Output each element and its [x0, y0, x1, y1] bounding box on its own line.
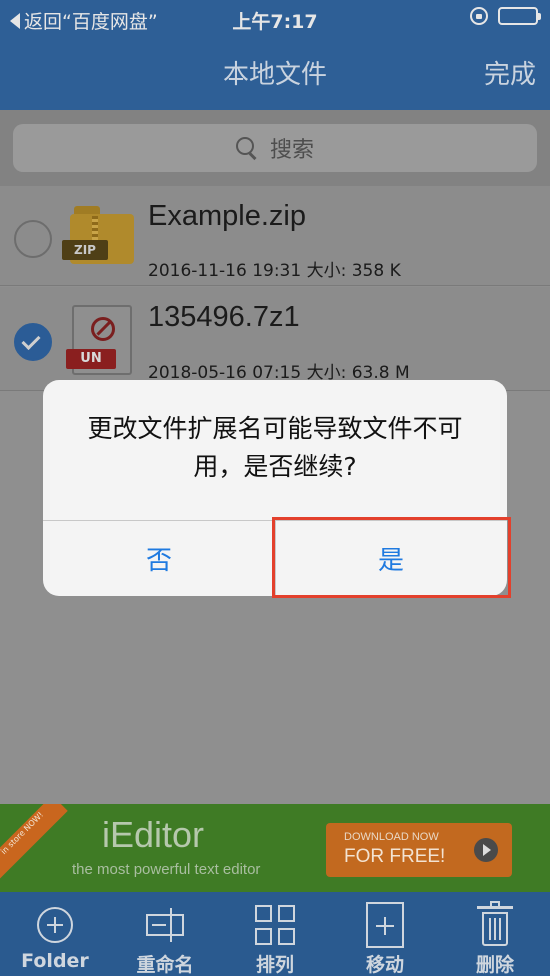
ad-title: iEditor [102, 814, 205, 855]
sort-button[interactable]: 排列 [220, 892, 330, 976]
file-row[interactable]: UN 135496.7z1 2018-05-16 07:15 大小: 63.8 … [0, 287, 550, 391]
search-placeholder: 搜索 [269, 138, 314, 163]
file-type-badge: ZIP [62, 240, 108, 260]
zip-folder-icon: ZIP [62, 206, 134, 264]
status-time: 上午7:17 [232, 11, 318, 33]
unknown-file-icon: UN [66, 305, 132, 375]
rename-button[interactable]: 重命名 [110, 892, 220, 976]
status-icons [470, 7, 541, 25]
tool-label: Folder [21, 950, 89, 972]
ad-cta-small: DOWNLOAD NOW [344, 831, 439, 843]
page-title: 本地文件 [222, 60, 327, 90]
delete-button[interactable]: 删除 [440, 892, 550, 976]
nav-bar: 本地文件 完成 [0, 36, 550, 110]
file-row[interactable]: ZIP Example.zip 2016-11-16 19:31 大小: 358… [0, 186, 550, 286]
add-circle-icon [37, 907, 73, 943]
arrow-right-icon [474, 838, 498, 862]
search-icon [235, 137, 258, 159]
ad-banner[interactable]: in store NOW! iEditor the most powerful … [0, 804, 550, 892]
prohibited-icon [91, 317, 115, 341]
trash-icon [477, 901, 513, 946]
file-name: Example.zip [148, 200, 306, 232]
grid-icon [255, 905, 295, 945]
annotation-highlight [272, 517, 511, 598]
file-meta: 2016-11-16 19:31 大小: 358 K [148, 261, 401, 281]
tool-label: 删除 [475, 954, 514, 976]
select-radio[interactable] [14, 220, 52, 258]
ad-subtitle: the most powerful text editor [72, 861, 261, 878]
done-button[interactable]: 完成 [484, 54, 536, 91]
status-bar: 返回“百度网盘” 上午7:17 [0, 0, 550, 36]
ad-cta-big: FOR FREE! [344, 846, 446, 867]
battery-icon [498, 7, 541, 25]
select-radio-checked[interactable] [14, 323, 52, 361]
dialog-message: 更改文件扩展名可能导致文件不可用，是否继续? [87, 414, 463, 481]
tool-label: 移动 [365, 954, 404, 976]
bottom-toolbar: Folder 重命名 排列 移动 删除 [0, 892, 550, 976]
rotation-lock-icon [470, 7, 488, 25]
search-area: 搜索 [0, 110, 550, 186]
rename-icon [146, 908, 184, 942]
checkmark-icon [21, 330, 41, 351]
search-input[interactable]: 搜索 [13, 124, 537, 172]
file-type-badge: UN [66, 349, 116, 369]
header: 返回“百度网盘” 上午7:17 本地文件 完成 [0, 0, 550, 110]
ad-ribbon: in store NOW! [0, 804, 68, 879]
move-icon [366, 902, 404, 948]
tool-label: 排列 [255, 954, 294, 976]
no-button[interactable]: 否 [43, 521, 275, 596]
tool-label: 重命名 [136, 954, 194, 976]
move-button[interactable]: 移动 [330, 892, 440, 976]
new-folder-button[interactable]: Folder [0, 892, 110, 976]
file-name: 135496.7z1 [148, 301, 300, 333]
ad-download-button[interactable]: DOWNLOAD NOW FOR FREE! [326, 823, 512, 877]
